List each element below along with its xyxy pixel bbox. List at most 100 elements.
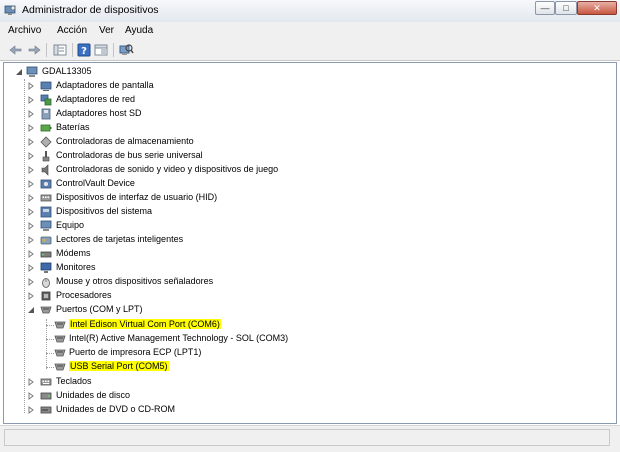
tree-item-label: Controladoras de almacenamiento (56, 136, 194, 146)
minimize-button[interactable]: — (535, 1, 555, 15)
tree-item-label: Puertos (COM y LPT) (56, 304, 143, 314)
tree-item-label: Teclados (56, 376, 92, 386)
menu-ver[interactable]: Ver (99, 25, 114, 36)
tree-item-label: Controladoras de sonido y video y dispos… (56, 164, 279, 174)
com-port-icon (54, 335, 66, 343)
device-tree[interactable]: GDAL13305 Adaptadores de pantalla Adapta… (3, 62, 617, 424)
tree-child-label: Intel(R) Active Management Technology - … (69, 333, 289, 343)
port-icon (40, 306, 52, 314)
menu-accion[interactable]: Acción (57, 25, 87, 36)
maximize-button[interactable]: □ (555, 1, 577, 15)
expand-arrow-icon[interactable] (27, 406, 35, 414)
expand-arrow-icon[interactable] (27, 236, 35, 244)
display-adapter-icon (40, 81, 52, 91)
tree-connector-line (46, 353, 54, 354)
modem-icon (40, 251, 52, 258)
tree-item-label: Lectores de tarjetas inteligentes (56, 234, 184, 244)
status-pane (4, 429, 610, 446)
tree-item-label: Dispositivos de interfaz de usuario (HID… (56, 192, 218, 202)
expand-arrow-icon[interactable] (27, 292, 35, 300)
help-icon[interactable]: ? (76, 42, 92, 58)
expand-arrow-icon[interactable] (27, 110, 35, 118)
equipment-icon (40, 220, 52, 231)
tree-item-label: ControlVault Device (56, 178, 135, 188)
expand-arrow-icon[interactable] (27, 378, 35, 386)
storage-controller-icon (40, 136, 52, 148)
disk-drive-icon (40, 392, 52, 400)
svg-text:?: ? (81, 46, 87, 57)
usb-controller-icon (42, 151, 50, 162)
tree-item-label: Unidades de disco (56, 390, 131, 400)
tree-connector-line (46, 339, 54, 340)
toolbar-separator (46, 43, 47, 57)
title-bar: Administrador de dispositivos — □ ✕ (0, 0, 620, 22)
tree-item-label: Monitores (56, 262, 96, 272)
tree-root-label: GDAL13305 (42, 66, 92, 76)
menu-archivo[interactable]: Archivo (8, 25, 41, 36)
expand-arrow-icon[interactable] (27, 392, 35, 400)
computer-icon (26, 66, 38, 77)
expand-arrow-icon[interactable] (27, 82, 35, 90)
controlvault-icon (40, 179, 52, 189)
hid-icon (40, 194, 52, 202)
window-title: Administrador de dispositivos (22, 4, 159, 16)
expand-arrow-icon[interactable] (27, 96, 35, 104)
expand-arrow-icon[interactable] (27, 208, 35, 216)
tree-item-label: Dispositivos del sistema (56, 206, 153, 216)
expand-arrow-icon[interactable] (27, 138, 35, 146)
toolbar: ? (0, 40, 620, 61)
close-button[interactable]: ✕ (577, 1, 617, 15)
properties-panel-icon[interactable] (52, 42, 68, 58)
mouse-icon (42, 278, 50, 288)
expand-arrow-icon[interactable] (27, 180, 35, 188)
com-port-icon (54, 321, 66, 329)
tree-item-label: Mouse y otros dispositivos señaladores (56, 276, 214, 286)
expand-arrow-icon[interactable] (27, 124, 35, 132)
tree-connector-line (46, 325, 54, 326)
tree-item-label: Controladoras de bus serie universal (56, 150, 203, 160)
dvd-icon (40, 406, 52, 414)
tree-item-label: Procesadores (56, 290, 112, 300)
toolbar-separator (113, 43, 114, 57)
expand-arrow-icon[interactable] (27, 152, 35, 160)
printer-port-icon (54, 349, 66, 357)
tree-item-label: Adaptadores de red (56, 94, 136, 104)
scan-hardware-icon[interactable] (118, 42, 134, 58)
collapse-arrow-icon[interactable] (15, 68, 23, 76)
com-port-icon (54, 363, 66, 371)
network-adapter-icon (40, 94, 52, 106)
forward-arrow-icon[interactable] (26, 42, 42, 58)
expand-arrow-icon[interactable] (27, 194, 35, 202)
expand-arrow-icon[interactable] (27, 250, 35, 258)
tree-child-label-highlighted: USB Serial Port (COM5) (69, 361, 169, 371)
expand-arrow-icon[interactable] (27, 264, 35, 272)
tree-item-label: Equipo (56, 220, 85, 230)
smart-card-icon (40, 236, 52, 245)
expand-arrow-icon[interactable] (27, 222, 35, 230)
keyboard-icon (40, 378, 52, 386)
processor-icon (41, 291, 51, 301)
tree-item-label: Adaptadores de pantalla (56, 80, 154, 90)
view-panel-icon[interactable] (93, 42, 109, 58)
expand-arrow-icon[interactable] (27, 166, 35, 174)
system-device-icon (40, 206, 52, 218)
tree-child-label: Puerto de impresora ECP (LPT1) (69, 347, 202, 357)
sound-icon (41, 164, 49, 176)
collapse-arrow-icon[interactable] (27, 306, 35, 314)
monitor-icon (40, 262, 52, 273)
tree-item-label: Módems (56, 248, 91, 258)
menu-ayuda[interactable]: Ayuda (125, 25, 153, 36)
tree-connector-line (24, 79, 25, 413)
device-manager-icon (4, 5, 16, 15)
status-bar (0, 425, 620, 452)
menu-bar: Archivo Acción Ver Ayuda (0, 22, 620, 41)
tree-child-label-highlighted: Intel Edison Virtual Com Port (COM6) (69, 319, 221, 329)
back-arrow-icon[interactable] (8, 42, 24, 58)
tree-item-label: Unidades de DVD o CD-ROM (56, 404, 176, 414)
sd-host-icon (41, 108, 51, 120)
tree-connector-line (46, 367, 54, 368)
battery-icon (40, 124, 52, 132)
tree-item-label: Adaptadores host SD (56, 108, 142, 118)
tree-connector-line (46, 319, 47, 369)
expand-arrow-icon[interactable] (27, 278, 35, 286)
